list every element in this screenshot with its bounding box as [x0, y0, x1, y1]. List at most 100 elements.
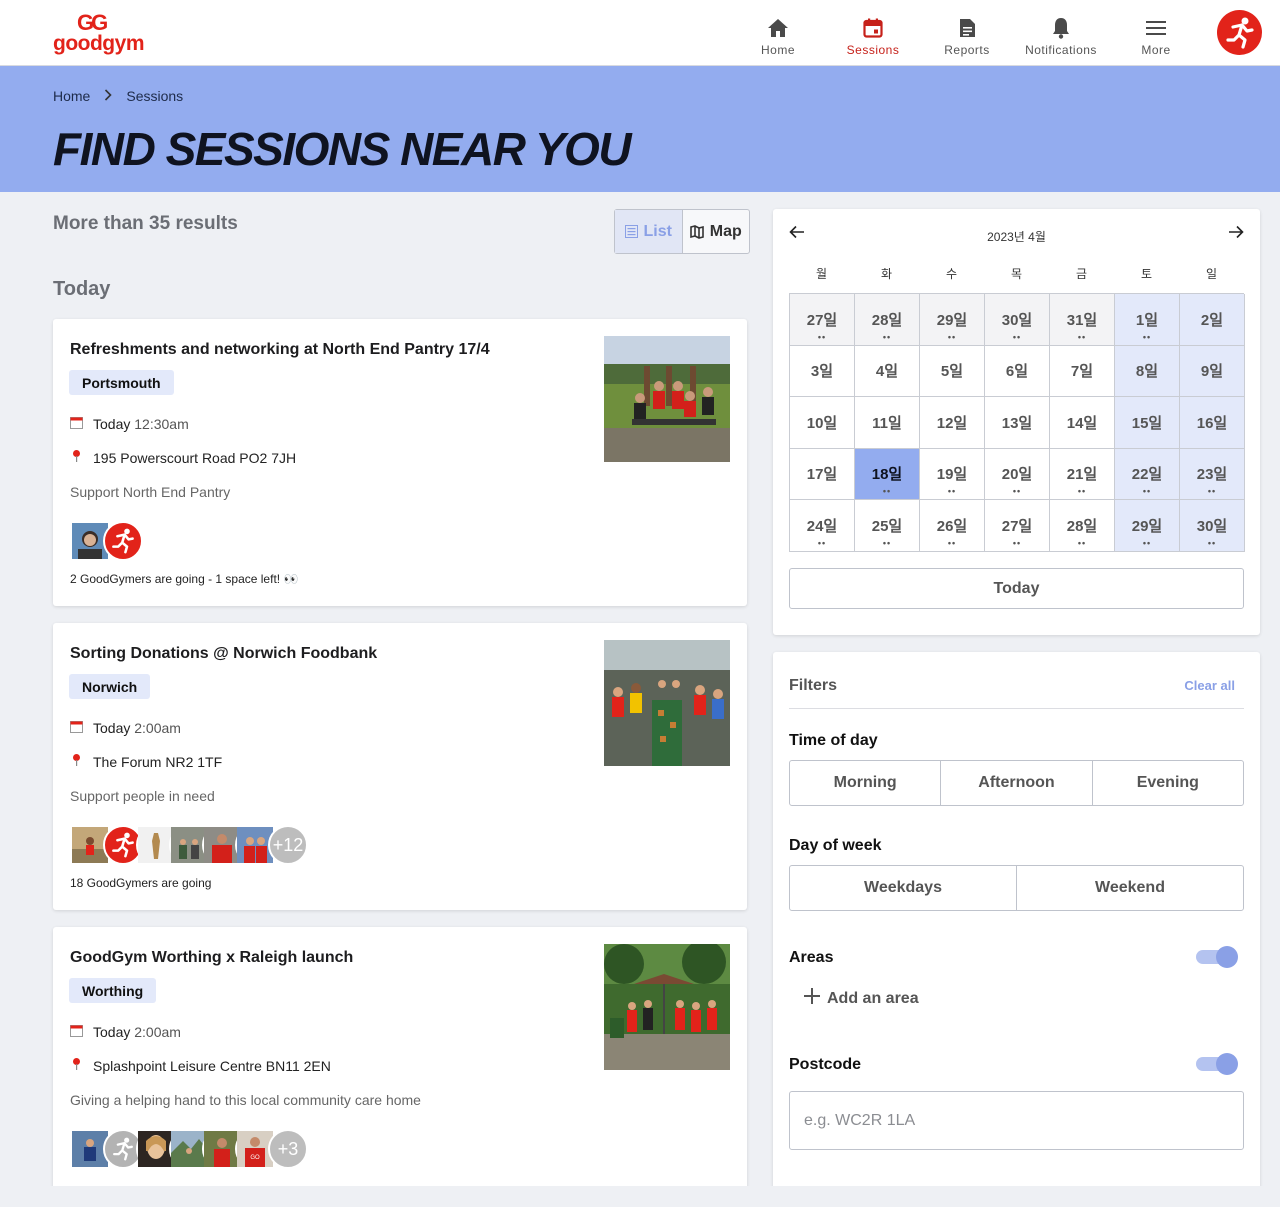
calendar-day-selected[interactable]: 18일 •• [855, 448, 920, 500]
areas-toggle[interactable] [1196, 946, 1238, 968]
calendar-day[interactable]: 30일 •• [1180, 500, 1245, 552]
nav-sessions[interactable]: Sessions [845, 0, 901, 66]
calendar-day[interactable]: 24일 •• [790, 500, 855, 552]
session-time: Today 12:30am [70, 416, 189, 432]
calendar-day[interactable]: 6일 [985, 345, 1050, 397]
calendar-day[interactable]: 2일 [1180, 294, 1245, 346]
pin-icon [70, 753, 83, 770]
calendar-day[interactable]: 7일 [1050, 345, 1115, 397]
clear-all-link[interactable]: Clear all [1184, 678, 1235, 693]
session-time: Today 2:00am [70, 1024, 181, 1040]
calendar-day[interactable]: 10일 [790, 397, 855, 449]
calendar-day[interactable]: 21일 •• [1050, 448, 1115, 500]
add-area-button[interactable]: Add an area [803, 987, 919, 1010]
calendar-day[interactable]: 27일 •• [790, 294, 855, 346]
calendar-day[interactable]: 8일 [1115, 345, 1180, 397]
morning-option[interactable]: Morning [790, 761, 942, 805]
calendar-day[interactable]: 1일 •• [1115, 294, 1180, 346]
calendar-day[interactable]: 25일 •• [855, 500, 920, 552]
calendar-day[interactable]: 15일 [1115, 397, 1180, 449]
nav-home[interactable]: Home [755, 0, 801, 66]
more-attendees-count[interactable]: +3 [268, 1129, 308, 1169]
weekday-label: 화 [880, 267, 893, 281]
list-view-button[interactable]: List [615, 210, 683, 253]
calendar-panel: 2023년 4월 월 화 수 목 금 토 일 27일 •• 28일 •• 29일 ••… [773, 209, 1260, 635]
calendar-day[interactable]: 11일 [855, 397, 920, 449]
calendar-day[interactable]: 9일 [1180, 345, 1245, 397]
calendar-day[interactable]: 20일 •• [985, 448, 1050, 500]
breadcrumb-home[interactable]: Home [53, 88, 90, 104]
nav-more-label: More [1141, 43, 1171, 57]
session-photo[interactable] [604, 640, 730, 766]
calendar-day[interactable]: 26일 •• [920, 500, 985, 552]
svg-text:GO: GO [250, 1155, 260, 1161]
bell-icon [1050, 17, 1072, 39]
calendar-day[interactable]: 13일 [985, 397, 1050, 449]
page-hero: Home Sessions FIND SESSIONS NEAR YOU [0, 66, 1280, 192]
postcode-toggle[interactable] [1196, 1053, 1238, 1075]
session-day: Today [93, 1024, 131, 1040]
calendar-day[interactable]: 12일 [920, 397, 985, 449]
filters-panel: Filters Clear all Time of day Morning Af… [773, 652, 1260, 1192]
document-icon [956, 17, 978, 39]
more-attendees-count[interactable]: +12 [268, 825, 308, 865]
session-title[interactable]: GoodGym Worthing x Raleigh launch [70, 949, 353, 967]
session-clock: 2:00am [134, 1024, 181, 1040]
calendar-day[interactable]: 17일 [790, 448, 855, 500]
divider [789, 708, 1244, 709]
calendar-day[interactable]: 28일 •• [855, 294, 920, 346]
nav-reports[interactable]: Reports [940, 0, 994, 66]
goodgym-logo[interactable]: GG goodgym [53, 10, 153, 56]
evening-option[interactable]: Evening [1093, 761, 1243, 805]
calendar-day[interactable]: 30일 •• [985, 294, 1050, 346]
postcode-input[interactable] [789, 1091, 1244, 1150]
calendar-day[interactable]: 14일 [1050, 397, 1115, 449]
session-title[interactable]: Sorting Donations @ Norwich Foodbank [70, 645, 377, 663]
afternoon-option[interactable]: Afternoon [941, 761, 1093, 805]
nav-notifications[interactable]: Notifications [1021, 0, 1101, 66]
calendar-day[interactable]: 28일 •• [1050, 500, 1115, 552]
attendance-text: 18 GoodGymers are going [70, 876, 212, 890]
nav-more[interactable]: More [1139, 0, 1173, 66]
home-icon [767, 17, 789, 39]
session-title[interactable]: Refreshments and networking at North End… [70, 341, 490, 359]
calendar-day[interactable]: 5일 [920, 345, 985, 397]
area-badge: Portsmouth [69, 370, 174, 395]
page-bottom [0, 1186, 1280, 1207]
calendar-day[interactable]: 22일 •• [1115, 448, 1180, 500]
filters-title: Filters [789, 677, 838, 694]
calendar-day[interactable]: 31일 •• [1050, 294, 1115, 346]
calendar-day[interactable]: 16일 [1180, 397, 1245, 449]
weekday-label: 수 [945, 267, 958, 281]
calendar-day[interactable]: 27일 •• [985, 500, 1050, 552]
arrow-right-icon[interactable] [1228, 225, 1244, 244]
session-location: The Forum NR2 1TF [70, 753, 222, 770]
weekdays-option[interactable]: Weekdays [790, 866, 1017, 910]
weekday-label: 목 [1010, 267, 1023, 281]
calendar-day[interactable]: 23일 •• [1180, 448, 1245, 500]
session-card[interactable]: GoodGym Worthing x Raleigh launch Worthi… [53, 927, 747, 1207]
session-card[interactable]: Sorting Donations @ Norwich Foodbank Nor… [53, 623, 747, 910]
calendar-day[interactable]: 4일 [855, 345, 920, 397]
calendar-day[interactable]: 29일 •• [920, 294, 985, 346]
attendee-avatar[interactable] [103, 521, 143, 561]
weekday-header: 월 화 수 목 금 토 일 [789, 265, 1244, 282]
calendar-day[interactable]: 29일 •• [1115, 500, 1180, 552]
session-photo[interactable] [604, 940, 730, 1070]
user-avatar[interactable] [1217, 10, 1262, 55]
session-photo[interactable] [604, 336, 730, 462]
map-view-button[interactable]: Map [683, 210, 750, 253]
weekday-label: 금 [1075, 267, 1088, 281]
list-icon [624, 225, 638, 238]
weekend-option[interactable]: Weekend [1017, 866, 1243, 910]
map-view-label: Map [709, 222, 742, 240]
attendee-avatars: GO +3 [70, 1129, 308, 1169]
calendar-day[interactable]: 19일 •• [920, 448, 985, 500]
areas-label: Areas [789, 949, 834, 966]
calendar-month: 2023년 4월 [987, 230, 1046, 244]
logo-text: goodgym [53, 32, 145, 55]
session-card[interactable]: Refreshments and networking at North End… [53, 319, 747, 606]
menu-icon [1145, 17, 1167, 39]
calendar-day[interactable]: 3일 [790, 345, 855, 397]
today-button[interactable]: Today [789, 568, 1244, 609]
